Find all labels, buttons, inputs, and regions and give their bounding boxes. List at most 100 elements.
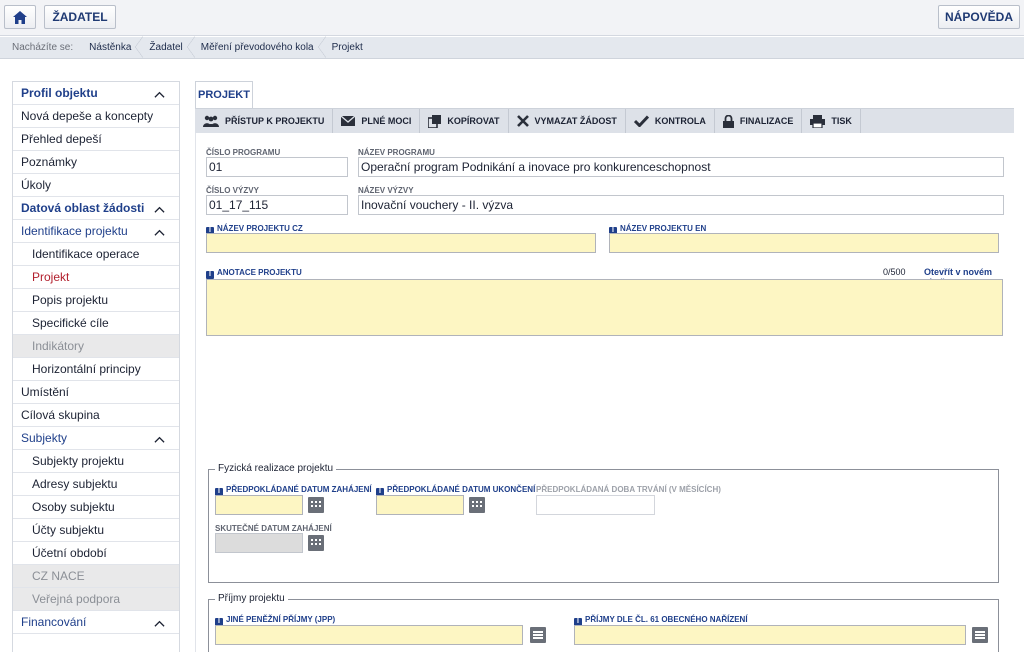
sidebar-item[interactable]: Subjekty	[13, 427, 179, 450]
sidebar-item-label: Veřejná podpora	[32, 592, 121, 606]
zadatel-button[interactable]: ŽADATEL	[44, 5, 116, 29]
sidebar-item[interactable]: Subjekty projektu	[13, 450, 179, 473]
list-icon[interactable]	[530, 627, 546, 643]
sidebar-item[interactable]: Účty subjektu	[13, 519, 179, 542]
plne-moci-label: PLNÉ MOCI	[361, 116, 412, 126]
sidebar-item[interactable]: Financování	[13, 611, 179, 634]
sidebar-item[interactable]: Osoby subjektu	[13, 496, 179, 519]
chevron-up-icon[interactable]	[154, 434, 165, 445]
pristup-label: PŘÍSTUP K PROJEKTU	[225, 116, 325, 126]
sidebar-item[interactable]: Identifikace operace	[13, 243, 179, 266]
jine-prijmy-input[interactable]	[215, 625, 523, 645]
sidebar-item-label: Cílová skupina	[21, 408, 100, 422]
cislo-vyzvy-field: 01_17_115	[206, 195, 348, 215]
sidebar-item-label: Identifikace operace	[32, 247, 140, 261]
sidebar-item[interactable]: Umístění	[13, 381, 179, 404]
sidebar-item[interactable]: Přehled depeší	[13, 128, 179, 151]
nazev-vyzvy-label: NÁZEV VÝZVY	[358, 186, 414, 195]
calendar-icon[interactable]	[308, 497, 324, 513]
skutecne-datum-label: SKUTEČNÉ DATUM ZAHÁJENÍ	[215, 524, 332, 533]
plne-moci-button[interactable]: PLNÉ MOCI	[333, 109, 421, 133]
sidebar-item[interactable]: Profil objektu	[13, 82, 179, 105]
datum-zahajeni-input[interactable]	[215, 495, 303, 515]
sidebar-item[interactable]: Popis projektu	[13, 289, 179, 312]
sidebar-item[interactable]: Projekt	[13, 266, 179, 289]
prijmy-legend: Příjmy projektu	[215, 593, 288, 604]
doba-trvani-label: PŘEDPOKLÁDANÁ DOBA TRVÁNÍ (V MĚSÍCÍCH)	[536, 485, 721, 494]
cislo-vyzvy-label: ČÍSLO VÝZVY	[206, 186, 259, 195]
pristup-k-projektu-button[interactable]: PŘÍSTUP K PROJEKTU	[195, 109, 334, 133]
breadcrumb-item-zadatel[interactable]: Žadatel	[141, 36, 196, 58]
breadcrumb: Nacházíte se: Nástěnka Žadatel Měření př…	[0, 36, 1024, 59]
vymazat-zadost-button[interactable]: VYMAZAT ŽÁDOST	[509, 109, 626, 133]
sidebar: Profil objektu Nová depeše a koncepty Přeh…	[12, 81, 180, 652]
home-button[interactable]	[4, 5, 36, 29]
sidebar-item-label: Profil objektu	[21, 86, 98, 100]
sidebar-item-label: Datová oblast žádosti	[21, 201, 145, 215]
envelope-icon	[341, 116, 356, 126]
sidebar-item: Veřejná podpora	[13, 588, 179, 611]
nazev-projektu-cz-input[interactable]	[206, 233, 596, 253]
anotace-textarea[interactable]	[206, 279, 1003, 336]
chevron-up-icon[interactable]	[154, 227, 165, 238]
home-icon	[13, 10, 27, 24]
prijmy-fieldset: Příjmy projektu i JINÉ PENĚŽNÍ PŘÍJMY (JP…	[208, 593, 999, 652]
sidebar-item-label: Subjekty projektu	[32, 454, 125, 468]
sidebar-item[interactable]: Poznámky	[13, 151, 179, 174]
sidebar-item-label: Specifické cíle	[32, 316, 109, 330]
check-icon	[633, 115, 649, 127]
jine-prijmy-text: JINÉ PENĚŽNÍ PŘÍJMY (JPP)	[226, 615, 336, 624]
sidebar-item[interactable]: Nová depeše a koncepty	[13, 105, 179, 128]
cislo-programu-label: ČÍSLO PROGRAMU	[206, 148, 281, 157]
sidebar-item[interactable]: Cílová skupina	[13, 404, 179, 427]
realizace-legend: Fyzická realizace projektu	[215, 463, 337, 474]
sidebar-item-label: Umístění	[21, 385, 70, 399]
list-icon[interactable]	[972, 627, 988, 643]
anotace-counter: 0/500	[883, 267, 906, 277]
finalizace-button[interactable]: FINALIZACE	[715, 109, 803, 133]
sidebar-item: CZ NACE	[13, 565, 179, 588]
sidebar-item[interactable]: Specifické cíle	[13, 312, 179, 335]
sidebar-item-label: Přehled depeší	[21, 132, 102, 146]
sidebar-item[interactable]: Identifikace projektu	[13, 220, 179, 243]
tisk-button[interactable]: TISK	[802, 109, 861, 133]
people-icon	[203, 115, 219, 127]
info-icon[interactable]: i	[206, 271, 214, 279]
chevron-up-icon[interactable]	[154, 89, 165, 100]
prijmy-cl61-input[interactable]	[574, 625, 966, 645]
sidebar-item-label: CZ NACE	[32, 569, 85, 583]
finalizace-label: FINALIZACE	[739, 116, 794, 126]
kontrola-button[interactable]: KONTROLA	[626, 109, 715, 133]
nazev-programu-label: NÁZEV PROGRAMU	[358, 148, 435, 157]
kopirovat-button[interactable]: KOPÍROVAT	[420, 109, 509, 133]
sidebar-item-label: Osoby subjektu	[32, 500, 115, 514]
delete-icon	[516, 115, 529, 127]
sidebar-item[interactable]: Horizontální principy	[13, 358, 179, 381]
nazev-projektu-cz-text: NÁZEV PROJEKTU CZ	[217, 224, 303, 233]
chevron-up-icon[interactable]	[154, 204, 165, 215]
sidebar-item-label: Úkoly	[21, 178, 52, 192]
nazev-projektu-en-input[interactable]	[609, 233, 999, 253]
chevron-up-icon[interactable]	[154, 618, 165, 629]
sidebar-item[interactable]: Adresy subjektu	[13, 473, 179, 496]
sidebar-item-label: Adresy subjektu	[32, 477, 118, 491]
sidebar-item-label: Účty subjektu	[32, 523, 105, 537]
tab-projekt[interactable]: PROJEKT	[195, 81, 253, 108]
datum-ukonceni-input[interactable]	[376, 495, 464, 515]
main-panel: PROJEKT PŘÍSTUP K PROJEKTU PLNÉ MOCI KOP…	[195, 81, 1014, 652]
sidebar-item[interactable]: Úkoly	[13, 174, 179, 197]
nazev-vyzvy-field: Inovační vouchery - II. výzva	[358, 195, 1004, 215]
calendar-icon[interactable]	[469, 497, 485, 513]
breadcrumb-item-nastenka[interactable]: Nástěnka	[81, 36, 144, 58]
calendar-icon[interactable]	[308, 535, 324, 551]
datum-zahajeni-text: PŘEDPOKLÁDANÉ DATUM ZAHÁJENÍ	[226, 485, 372, 494]
nazev-programu-field: Operační program Podnikání a inovace pro…	[358, 157, 1004, 177]
sidebar-item-label: Poznámky	[21, 155, 78, 169]
sidebar-item-label: Projekt	[32, 270, 70, 284]
help-button[interactable]: NÁPOVĚDA	[938, 5, 1020, 29]
sidebar-item[interactable]: Účetní období	[13, 542, 179, 565]
nazev-projektu-en-text: NÁZEV PROJEKTU EN	[620, 224, 707, 233]
sidebar-item[interactable]: Datová oblast žádosti	[13, 197, 179, 220]
breadcrumb-item-mereni[interactable]: Měření převodového kola	[193, 36, 326, 58]
breadcrumb-item-projekt: Projekt	[331, 42, 363, 53]
